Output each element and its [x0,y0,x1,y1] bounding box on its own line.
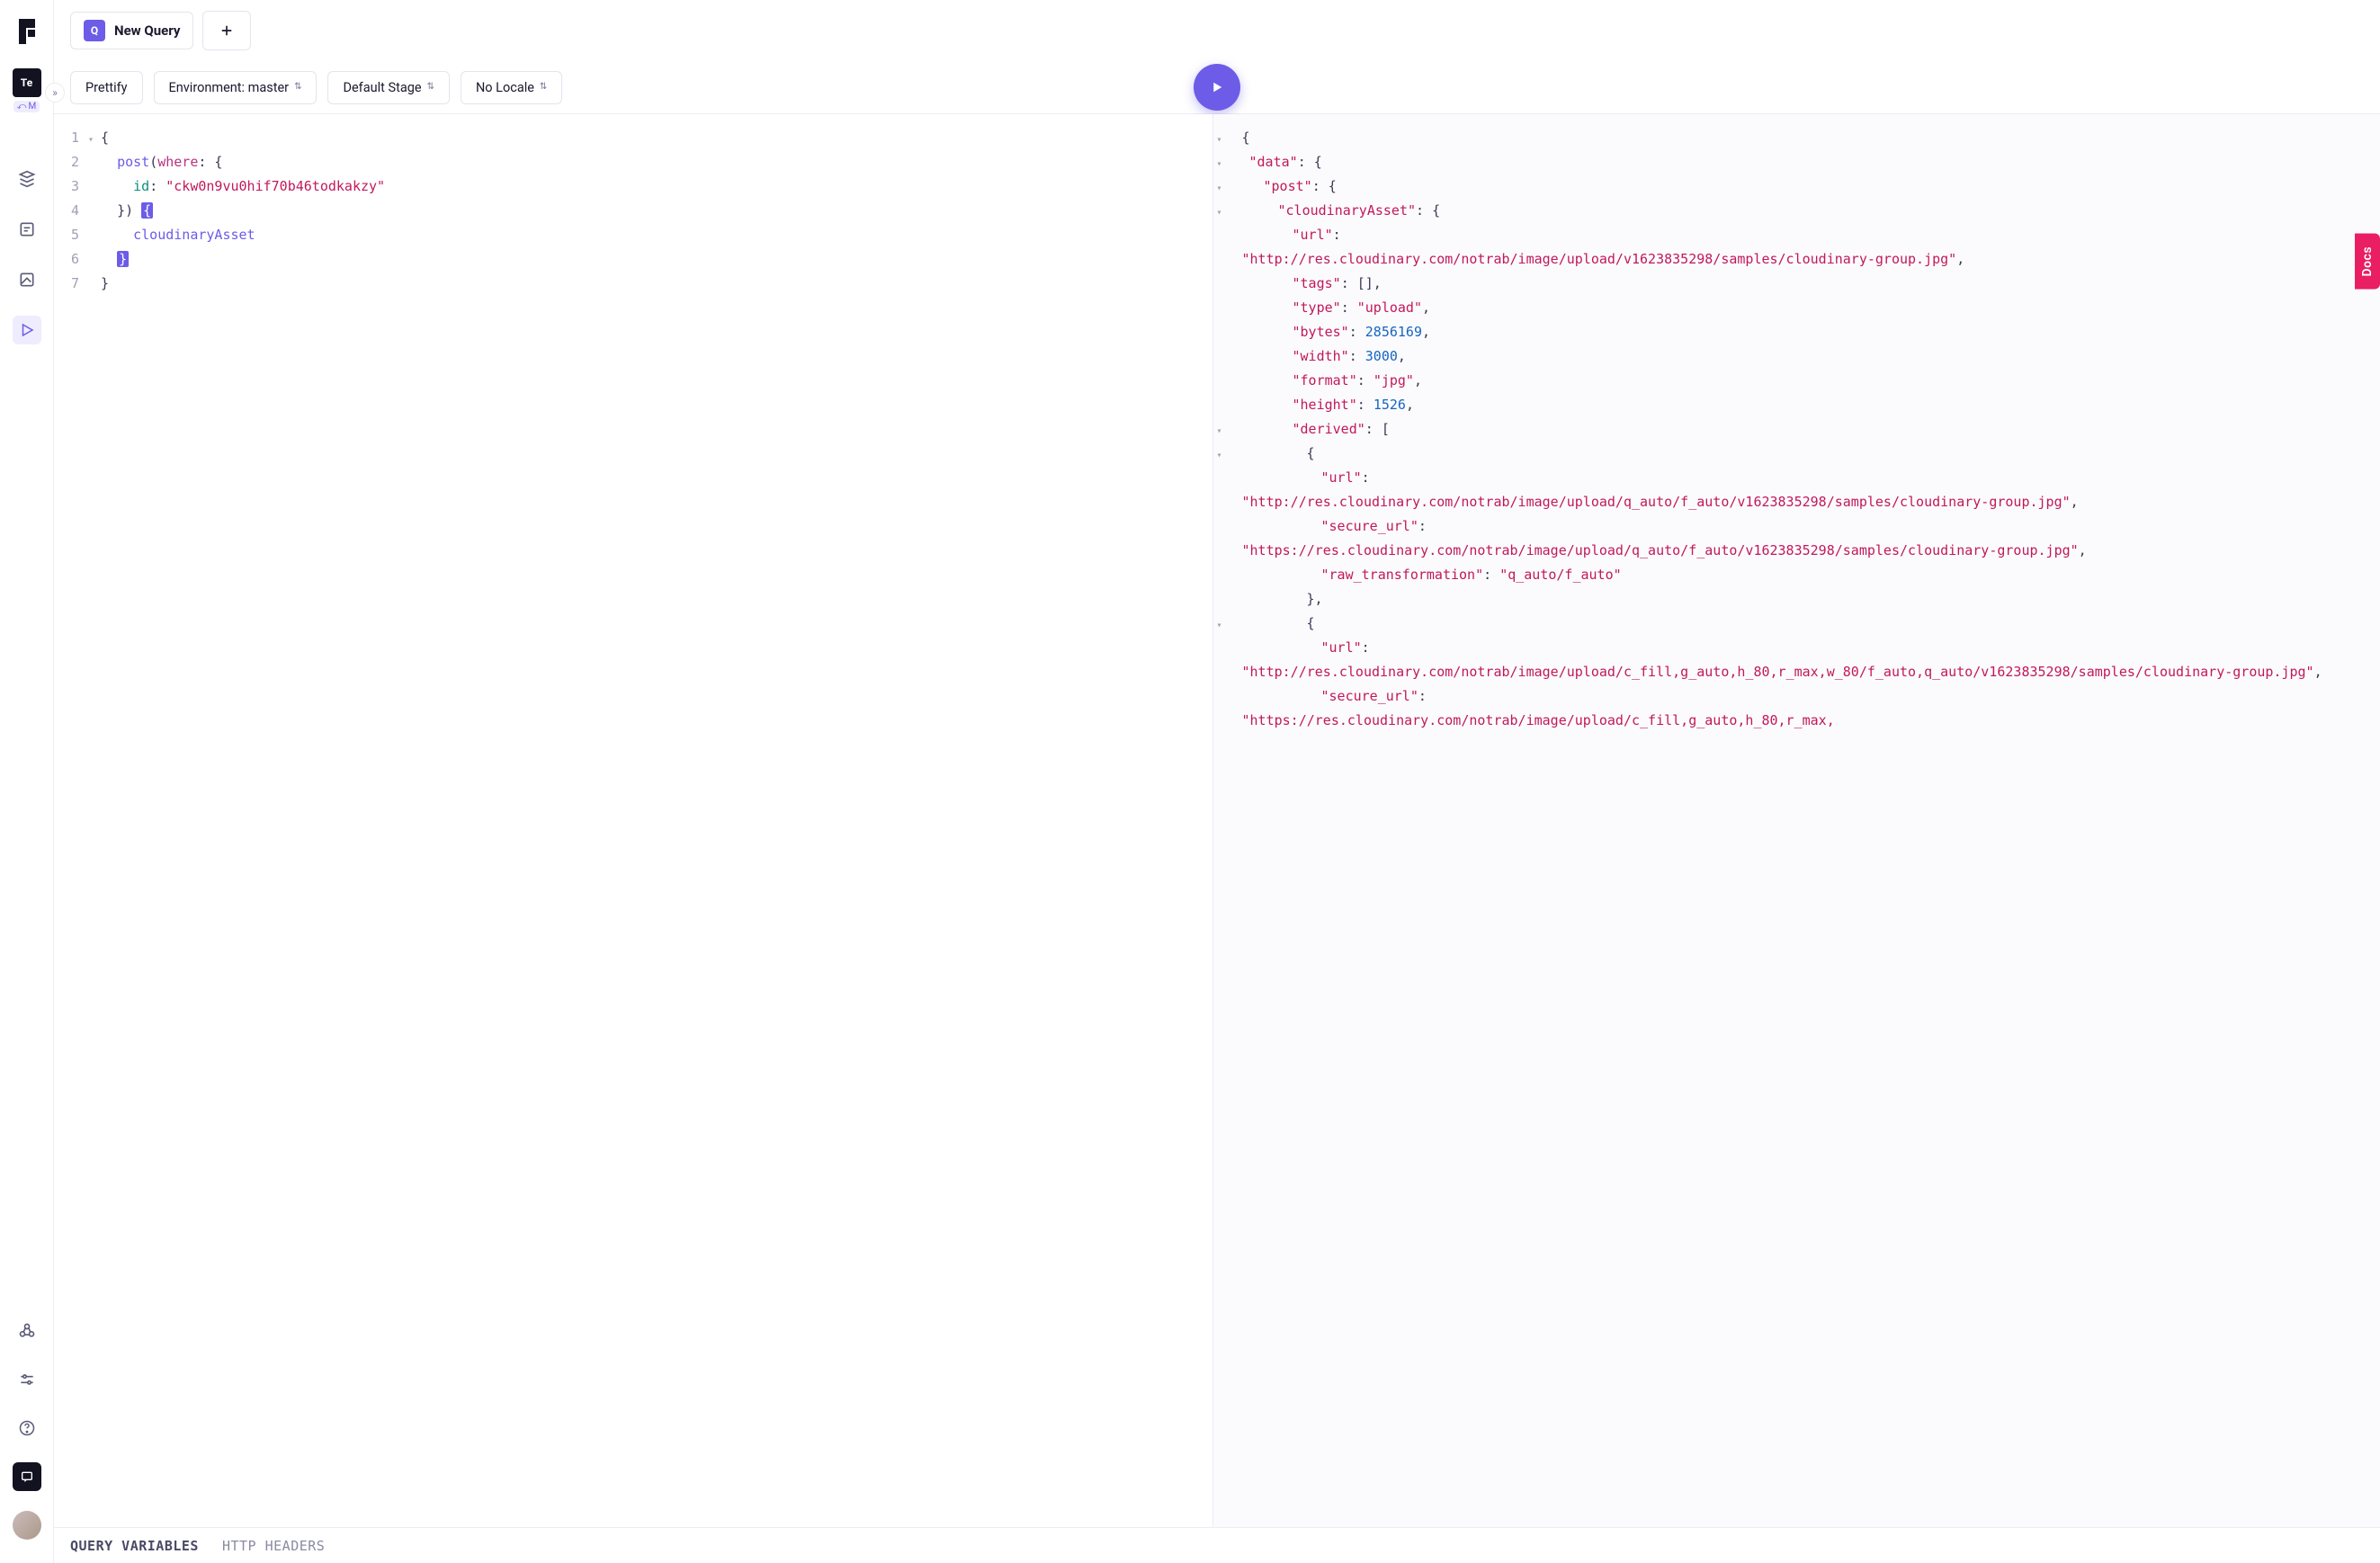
result-line: ▾"data": { [1217,151,2372,175]
result-line: ▾"cloudinaryAsset": { [1217,200,2372,224]
prettify-button[interactable]: Prettify [70,71,143,104]
docs-side-tab[interactable]: Docs [2355,234,2380,290]
nav-schema-icon[interactable] [13,165,41,193]
result-line: "http://res.cloudinary.com/notrab/image/… [1217,491,2372,515]
result-line: "secure_url": [1217,685,2372,710]
results-viewer[interactable]: ▾{▾"data": {▾"post": {▾"cloudinaryAsset"… [1212,114,2380,1527]
query-tab-label: New Query [114,22,180,39]
tabs-bar: Q New Query [54,0,2380,61]
result-line: "format": "jpg", [1217,370,2372,394]
sort-icon: ⇅ [427,83,434,92]
locale-select[interactable]: No Locale⇅ [461,71,562,104]
code-line[interactable]: 4 }) { [58,200,1212,224]
nav-content-icon[interactable] [13,215,41,244]
nav-webhooks-icon[interactable] [13,1317,41,1345]
result-line: "width": 3000, [1217,345,2372,370]
nav-help-icon[interactable] [13,1414,41,1442]
result-line: ▾{ [1217,612,2372,637]
result-line: "tags": [], [1217,272,2372,297]
result-line: "raw_transformation": "q_auto/f_auto" [1217,564,2372,588]
result-line: ▾"derived": [ [1217,418,2372,442]
result-line: ▾{ [1217,127,2372,151]
result-line: "type": "upload", [1217,297,2372,321]
result-line: ▾{ [1217,442,2372,467]
nav-playground-icon[interactable] [13,316,41,344]
bottom-tabs: QUERY VARIABLES HTTP HEADERS [54,1527,2380,1563]
left-sidebar: Te ⤺M » [0,0,54,1563]
project-badge[interactable]: Te [13,68,41,97]
run-query-button[interactable] [1194,64,1240,111]
query-editor[interactable]: 1▾{2 post(where: {3 id: "ckw0n9vu0hif70b… [54,114,1212,1527]
nav-feedback-icon[interactable] [13,1462,41,1491]
result-line: "https://res.cloudinary.com/notrab/image… [1217,710,2372,734]
result-line: "url": [1217,224,2372,248]
branch-icon: ⤺ [17,102,27,112]
result-line: "height": 1526, [1217,394,2372,418]
result-line: }, [1217,588,2372,612]
editor-area: 1▾{2 post(where: {3 id: "ckw0n9vu0hif70b… [54,114,2380,1527]
result-line: "https://res.cloudinary.com/notrab/image… [1217,540,2372,564]
user-avatar[interactable] [13,1511,41,1540]
add-tab-button[interactable] [202,11,251,50]
result-line: "http://res.cloudinary.com/notrab/image/… [1217,661,2372,685]
query-tab[interactable]: Q New Query [70,12,193,49]
result-line: "http://res.cloudinary.com/notrab/image/… [1217,248,2372,272]
environment-select[interactable]: Environment: master⇅ [154,71,318,104]
result-line: "bytes": 2856169, [1217,321,2372,345]
sort-icon: ⇅ [294,83,301,92]
code-line[interactable]: 6 } [58,248,1212,272]
code-line[interactable]: 5 cloudinaryAsset [58,224,1212,248]
nav-settings-icon[interactable] [13,1365,41,1394]
stage-select[interactable]: Default Stage⇅ [327,71,449,104]
toolbar: Prettify Environment: master⇅ Default St… [54,61,2380,113]
branch-tag[interactable]: ⤺M [13,101,40,112]
result-line: "url": [1217,637,2372,661]
sort-icon: ⇅ [540,83,547,92]
code-line[interactable]: 3 id: "ckw0n9vu0hif70b46todkakzy" [58,175,1212,200]
code-line[interactable]: 7 } [58,272,1212,297]
query-badge-icon: Q [84,20,105,41]
tab-query-variables[interactable]: QUERY VARIABLES [70,1538,199,1554]
tab-http-headers[interactable]: HTTP HEADERS [222,1538,325,1554]
app-logo-icon[interactable] [13,11,41,52]
result-line: "secure_url": [1217,515,2372,540]
nav-assets-icon[interactable] [13,265,41,294]
result-line: "url": [1217,467,2372,491]
code-line[interactable]: 2 post(where: { [58,151,1212,175]
code-line[interactable]: 1▾{ [58,127,1212,151]
result-line: ▾"post": { [1217,175,2372,200]
main-area: Q New Query Prettify Environment: master… [54,0,2380,1563]
